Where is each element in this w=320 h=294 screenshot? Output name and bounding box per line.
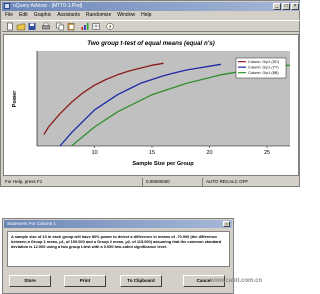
x-tick-label: 10: [91, 150, 97, 156]
menu-file[interactable]: File: [5, 12, 13, 19]
dialog-title-bar[interactable]: Statement For Column 1 ×: [4, 220, 232, 228]
legend-label: Column: Grp1 (DD): [248, 60, 279, 64]
close-button[interactable]: ×: [291, 3, 299, 10]
svg-text:?: ?: [109, 24, 112, 29]
menu-assistants[interactable]: Assistants: [57, 12, 80, 19]
status-value: 0.05000000: [142, 178, 170, 186]
app-icon: [4, 3, 10, 9]
copy-icon[interactable]: [55, 22, 65, 31]
toolbar: ?: [2, 20, 300, 32]
title-bar[interactable]: nQuery Advisor - [MTT0-1.Pnd] _ □ ×: [2, 2, 300, 11]
new-file-icon[interactable]: [5, 22, 15, 31]
print-button[interactable]: Print: [64, 275, 106, 287]
power-curve-chart: Two group t-test of equal means (equal n…: [12, 40, 291, 167]
open-folder-icon[interactable]: [16, 22, 26, 31]
dialog-close-button[interactable]: ×: [223, 221, 230, 227]
legend-label: Column: Grp1 (BB): [248, 71, 279, 75]
y-axis-label: Power: [12, 90, 18, 108]
chart-title: Two group t-test of equal means (equal n…: [87, 40, 214, 47]
menu-help[interactable]: Help: [141, 12, 151, 19]
status-bar: For Help, press F1 0.05000000 AUTO RECAL…: [2, 178, 300, 186]
save-icon[interactable]: [27, 22, 37, 31]
x-tick-label: 25: [264, 150, 270, 156]
chart-icon[interactable]: [80, 22, 90, 31]
maximize-button[interactable]: □: [282, 3, 290, 10]
chart-document: Two group t-test of equal means (equal n…: [3, 34, 299, 176]
x-tick-label: 15: [149, 150, 155, 156]
legend-label: Column: Grp1 (YY): [248, 66, 279, 70]
statement-text[interactable]: A sample size of 10 in each group will h…: [7, 231, 230, 267]
menu-bar: File Edit Graphic Assistants Randomize W…: [2, 12, 300, 19]
to-clipboard-button[interactable]: To Clipboard: [120, 275, 162, 287]
paste-icon[interactable]: [66, 22, 76, 31]
store-button[interactable]: Store: [9, 275, 51, 287]
menu-edit[interactable]: Edit: [19, 12, 28, 19]
statement-dialog: Statement For Column 1 × A sample size o…: [2, 218, 234, 294]
help-icon[interactable]: ?: [105, 22, 115, 31]
legend: Column: Grp1 (DD) Column: Grp1 (YY)Column…: [235, 57, 287, 79]
window-title: nQuery Advisor - [MTT0-1.Pnd]: [13, 3, 83, 9]
x-tick-group: 10 15 20 25: [91, 146, 270, 156]
print-icon[interactable]: [41, 22, 51, 31]
x-tick-label: 20: [206, 150, 212, 156]
menu-graphic[interactable]: Graphic: [34, 12, 52, 19]
status-help-text: For Help, press F1: [5, 179, 43, 184]
site-watermark: www.cabit.com.cn: [210, 278, 263, 284]
status-recalc: AUTO RECALC OFF: [202, 178, 262, 186]
dialog-title: Statement For Column 1: [7, 221, 57, 226]
main-window: nQuery Advisor - [MTT0-1.Pnd] _ □ × File…: [0, 0, 300, 187]
minimize-button[interactable]: _: [273, 3, 281, 10]
table-icon[interactable]: [91, 22, 101, 31]
x-axis-label: Sample Size per Group: [132, 161, 194, 167]
menu-randomize[interactable]: Randomize: [86, 12, 111, 19]
menu-window[interactable]: Window: [117, 12, 135, 19]
